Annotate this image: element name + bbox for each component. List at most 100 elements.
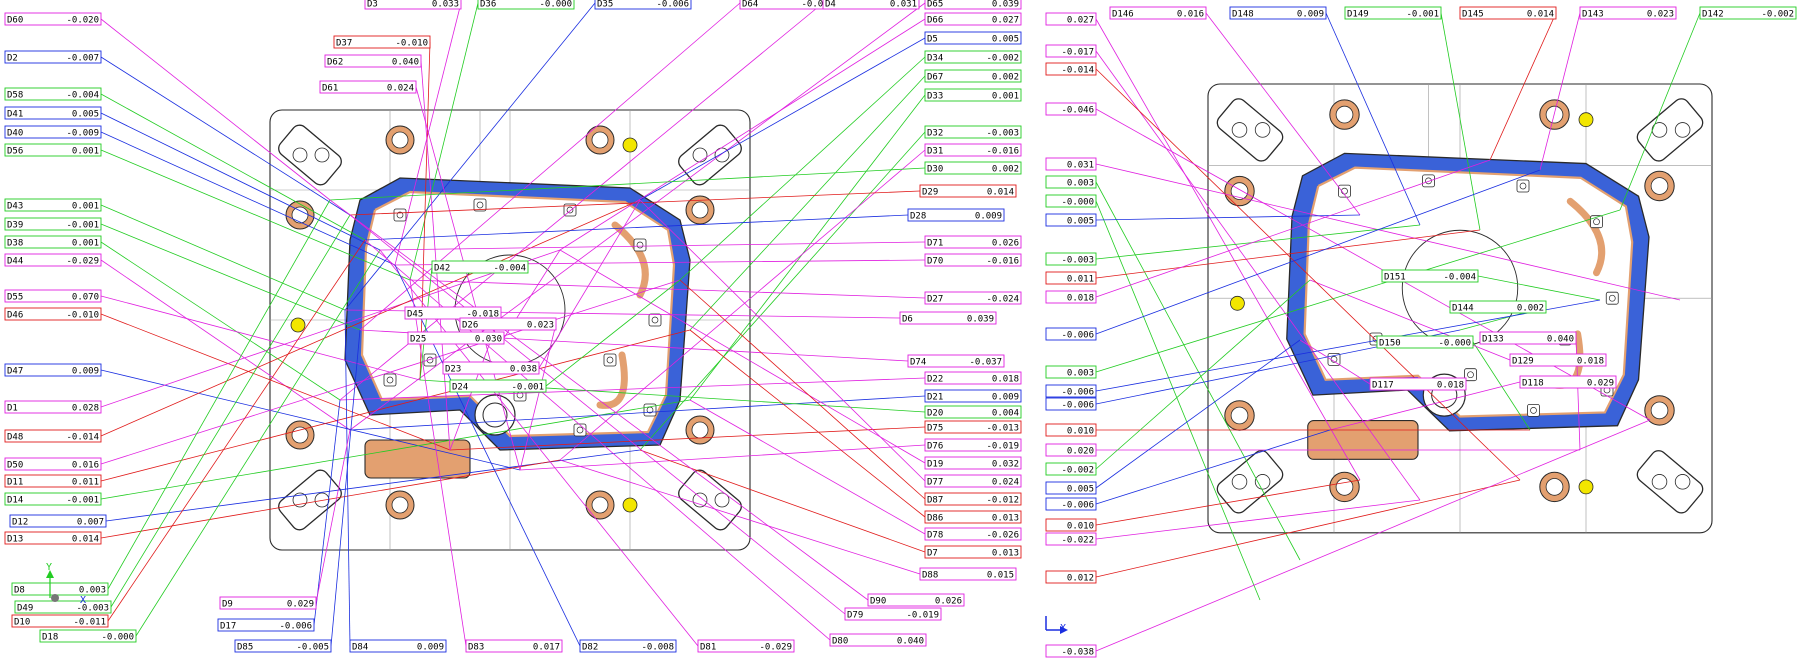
left-label-id: D9 [222, 600, 233, 610]
left-label-D65: D65 0.039 [924, 0, 1022, 10]
left-label-id: D38 [7, 239, 23, 249]
left-label-D31: D31 -0.016 [924, 143, 1022, 157]
cmm-deviation-viewer: D60 -0.020 D2 -0.007 D58 -0.004 D41 0.005 D40 -0.… [0, 0, 1811, 659]
left-label-id: D19 [927, 460, 943, 470]
left-label-D7: D7 0.013 [924, 545, 1022, 559]
left-label-value: -0.001 [66, 221, 99, 231]
left-label-id: D37 [336, 39, 352, 49]
left-label-D6: D6 0.039 [899, 311, 997, 325]
left-label-value: 0.040 [392, 58, 419, 68]
left-label-D8: D8 0.003 [11, 582, 109, 596]
left-label-D74: D74 -0.037 [907, 354, 1005, 368]
left-label-D55: D55 0.070 [4, 289, 102, 303]
left-label-value: 0.039 [992, 0, 1019, 10]
left-label-value: -0.004 [493, 264, 526, 274]
left-label-id: D4 [825, 0, 836, 10]
left-label-value: -0.011 [73, 618, 106, 628]
left-label-id: D31 [927, 147, 943, 157]
left-label-D11: D11 0.011 [4, 474, 102, 488]
left-label-value: 0.001 [72, 239, 99, 249]
left-pin-2 [622, 497, 638, 513]
left-label-D38: D38 0.001 [4, 235, 102, 249]
left-label-D77: D77 0.024 [924, 474, 1022, 488]
left-label-D71: D71 0.026 [924, 235, 1022, 249]
left-label-id: D40 [7, 129, 23, 139]
left-label-D67: D67 0.002 [924, 69, 1022, 83]
left-label-value: 0.001 [72, 147, 99, 157]
left-label-D70: D70 -0.016 [924, 253, 1022, 267]
left-label-id: D43 [7, 202, 23, 212]
left-label-id: D1 [7, 404, 18, 414]
left-label-value: 0.013 [992, 514, 1019, 524]
left-label-D2: D2 -0.007 [4, 50, 102, 64]
left-label-D28: D28 0.009 [907, 208, 1005, 222]
left-label-value: 0.014 [987, 188, 1014, 198]
left-label-D76: D76 -0.019 [924, 438, 1022, 452]
left-label-D43: D43 0.001 [4, 198, 102, 212]
left-label-id: D81 [700, 643, 716, 653]
left-label-D61: D61 0.024 [319, 80, 417, 94]
left-label-value: 0.004 [992, 409, 1019, 419]
left-label-value: 0.014 [72, 535, 99, 545]
left-label-D64: D64 -0.017 [739, 0, 837, 10]
left-label-D49: D49 -0.003 [14, 600, 112, 614]
left-label-D90: D90 0.026 [867, 593, 965, 607]
left-label-D24: D24 -0.001 [449, 379, 547, 393]
left-label-D1: D1 0.028 [4, 400, 102, 414]
left-label-value: -0.024 [986, 295, 1019, 305]
left-label-value: 0.028 [72, 404, 99, 414]
left-label-id: D21 [927, 393, 943, 403]
axis-x-label: X [80, 595, 86, 606]
left-label-value: -0.010 [66, 311, 99, 321]
left-label-value: -0.037 [969, 358, 1002, 368]
left-label-D12: D12 0.007 [9, 514, 107, 528]
left-label-id: D48 [7, 433, 23, 443]
left-label-value: 0.009 [992, 393, 1019, 403]
left-label-value: 0.018 [992, 375, 1019, 385]
left-label-value: 0.001 [992, 92, 1019, 102]
left-label-id: D66 [927, 16, 943, 26]
left-label-id: D29 [922, 188, 938, 198]
left-label-id: D24 [452, 383, 468, 393]
left-label-id: D56 [7, 147, 23, 157]
left-label-D66: D66 0.027 [924, 12, 1022, 26]
left-label-value: 0.007 [77, 518, 104, 528]
left-label-value: 0.039 [967, 315, 994, 325]
left-label-D22: D22 0.018 [924, 371, 1022, 385]
left-label-value: -0.006 [656, 0, 689, 10]
left-label-value: 0.013 [992, 549, 1019, 559]
left-label-D75: D75 -0.013 [924, 420, 1022, 434]
left-label-value: 0.031 [890, 0, 917, 10]
left-label-value: 0.040 [897, 637, 924, 647]
left-label-id: D7 [927, 549, 938, 559]
left-label-D82: D82 -0.008 [579, 639, 677, 653]
left-label-id: D90 [870, 597, 886, 607]
left-label-value: 0.001 [72, 202, 99, 212]
left-label-id: D44 [7, 257, 23, 267]
left-label-id: D2 [7, 54, 18, 64]
left-label-D33: D33 0.001 [924, 88, 1022, 102]
left-label-value: 0.002 [992, 165, 1019, 175]
left-label-id: D79 [847, 611, 863, 621]
left-label-value: -0.014 [66, 433, 99, 443]
left-label-value: -0.002 [986, 54, 1019, 64]
left-label-value: 0.030 [475, 335, 502, 345]
left-label-value: -0.013 [986, 424, 1019, 434]
left-label-value: 0.070 [72, 293, 99, 303]
left-label-id: D36 [480, 0, 496, 10]
left-label-value: -0.026 [986, 531, 1019, 541]
left-view[interactable]: D60 -0.020 D2 -0.007 D58 -0.004 D41 0.005 D40 -0.… [0, 0, 1811, 659]
left-label-D81: D81 -0.029 [697, 639, 795, 653]
left-label-id: D27 [927, 295, 943, 305]
left-label-value: -0.020 [66, 16, 99, 26]
left-label-value: 0.027 [992, 16, 1019, 26]
left-label-value: -0.001 [66, 496, 99, 506]
left-label-id: D14 [7, 496, 23, 506]
left-label-id: D18 [42, 633, 58, 643]
left-label-id: D64 [742, 0, 758, 10]
left-label-value: 0.005 [72, 110, 99, 120]
left-label-id: D65 [927, 0, 943, 10]
left-label-D26: D26 0.023 [459, 317, 557, 331]
left-label-D79: D79 -0.019 [844, 607, 942, 621]
left-label-D41: D41 0.005 [4, 106, 102, 120]
